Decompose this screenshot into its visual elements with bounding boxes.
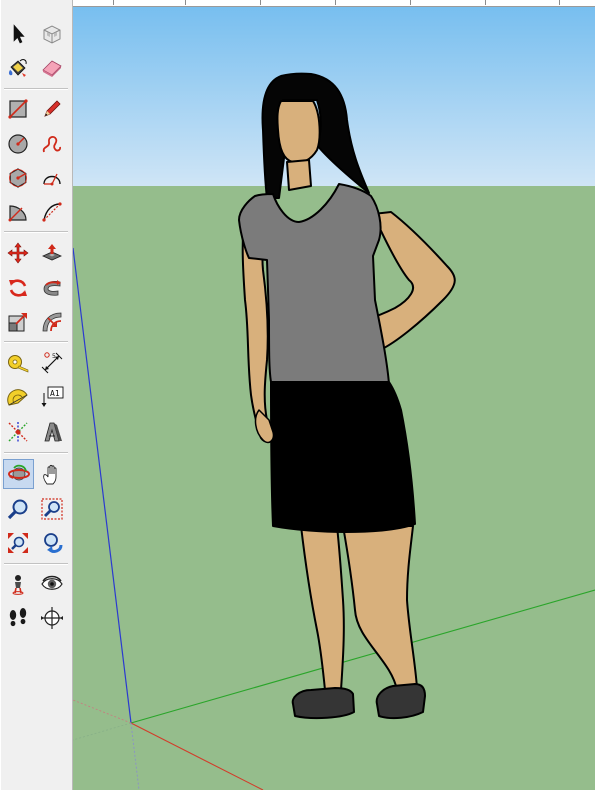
magnifier-icon	[7, 499, 28, 520]
skirt	[270, 381, 416, 533]
scale-tool[interactable]	[4, 308, 32, 336]
tape-measure-icon	[8, 355, 29, 373]
eraser-icon	[42, 60, 62, 77]
protractor-tool[interactable]	[4, 383, 32, 411]
orbit-tool[interactable]	[3, 459, 34, 489]
toolbar-separator	[4, 452, 68, 454]
pie-tool[interactable]	[4, 198, 32, 226]
section-plane-icon	[41, 607, 63, 629]
ruler-tick	[185, 0, 186, 5]
zoom-window-tool[interactable]	[38, 495, 66, 523]
arc-icon	[43, 173, 61, 186]
follow-me-tool[interactable]	[38, 274, 66, 302]
arrow-cursor-icon	[13, 24, 25, 44]
paint-bucket-tool[interactable]	[4, 54, 32, 82]
toolbar-separator	[4, 563, 68, 565]
footprints-icon	[9, 608, 27, 627]
tape-measure-tool[interactable]	[4, 348, 32, 376]
left-shoe	[375, 683, 426, 720]
position-camera-tool[interactable]	[4, 570, 32, 598]
two-point-arc-icon	[42, 202, 62, 222]
move-arrows-icon	[7, 242, 29, 264]
select-tool[interactable]	[4, 20, 32, 48]
toolbar-separator	[4, 88, 68, 90]
toolbar-separator	[4, 341, 68, 343]
face	[276, 100, 321, 164]
rotate-icon	[9, 279, 27, 297]
ruler-tick	[260, 0, 261, 5]
polygon-icon	[9, 168, 27, 188]
arc-tool[interactable]	[38, 164, 66, 192]
toolbar-separator	[4, 231, 68, 233]
eye-icon	[41, 575, 63, 590]
offset-tool[interactable]	[38, 308, 66, 336]
polygon-tool[interactable]	[4, 164, 32, 192]
position-camera-icon	[12, 575, 24, 595]
pie-icon	[8, 205, 27, 222]
walk-tool[interactable]	[4, 604, 32, 632]
svg-text:5: 5	[52, 353, 56, 360]
freehand-curve-icon	[42, 135, 62, 153]
text-label-icon: A1	[41, 386, 64, 407]
component-box-icon	[43, 25, 61, 44]
push-pull-icon	[42, 244, 62, 261]
3d-text-tool[interactable]	[38, 418, 66, 446]
look-around-tool[interactable]	[38, 570, 66, 598]
line-tool[interactable]	[38, 95, 66, 123]
zoom-tool[interactable]	[4, 495, 32, 523]
rotate-tool[interactable]	[4, 274, 32, 302]
pan-tool[interactable]	[38, 461, 66, 489]
circle-tool[interactable]	[4, 130, 32, 158]
dimension-icon: 5	[41, 352, 63, 374]
move-tool[interactable]	[4, 239, 32, 267]
circle-icon	[8, 134, 28, 154]
offset-icon	[42, 312, 62, 332]
section-plane-tool[interactable]	[38, 604, 66, 632]
orbit-icon	[8, 464, 30, 481]
previous-view-icon	[44, 533, 63, 553]
freehand-tool[interactable]	[38, 130, 66, 158]
rectangle-icon	[8, 99, 28, 119]
rectangle-tool[interactable]	[4, 95, 32, 123]
axes-tool[interactable]	[4, 418, 32, 446]
zoom-extents-icon	[8, 533, 28, 553]
ruler-tick	[335, 0, 336, 5]
ruler-tick	[410, 0, 411, 5]
tool-palette: 5 A1	[0, 0, 73, 790]
make-component-tool[interactable]	[38, 20, 66, 48]
right-shoe	[291, 687, 355, 720]
top-ruler	[73, 0, 595, 7]
sketchup-window: 5 A1	[0, 0, 595, 790]
previous-view-tool[interactable]	[38, 529, 66, 557]
3d-text-icon	[44, 422, 62, 442]
pencil-icon	[44, 100, 61, 117]
text-tool-label: A1	[50, 389, 60, 398]
zoom-extents-tool[interactable]	[4, 529, 32, 557]
zoom-window-icon	[41, 498, 63, 520]
neck	[286, 159, 312, 191]
scene-canvas	[73, 0, 595, 790]
ruler-tick	[559, 0, 560, 5]
drawing-viewport[interactable]	[73, 0, 595, 790]
protractor-icon	[7, 389, 28, 406]
paint-bucket-icon	[8, 59, 27, 77]
eraser-tool[interactable]	[38, 54, 66, 82]
dimension-tool[interactable]: 5	[38, 348, 66, 376]
axes-icon	[8, 422, 28, 442]
follow-me-icon	[43, 280, 61, 296]
ruler-tick	[485, 0, 486, 5]
ruler-tick	[113, 0, 114, 5]
hand-icon	[43, 464, 57, 485]
push-pull-tool[interactable]	[38, 239, 66, 267]
text-tool[interactable]: A1	[38, 383, 66, 411]
scale-icon	[8, 313, 27, 332]
two-point-arc-tool[interactable]	[38, 198, 66, 226]
